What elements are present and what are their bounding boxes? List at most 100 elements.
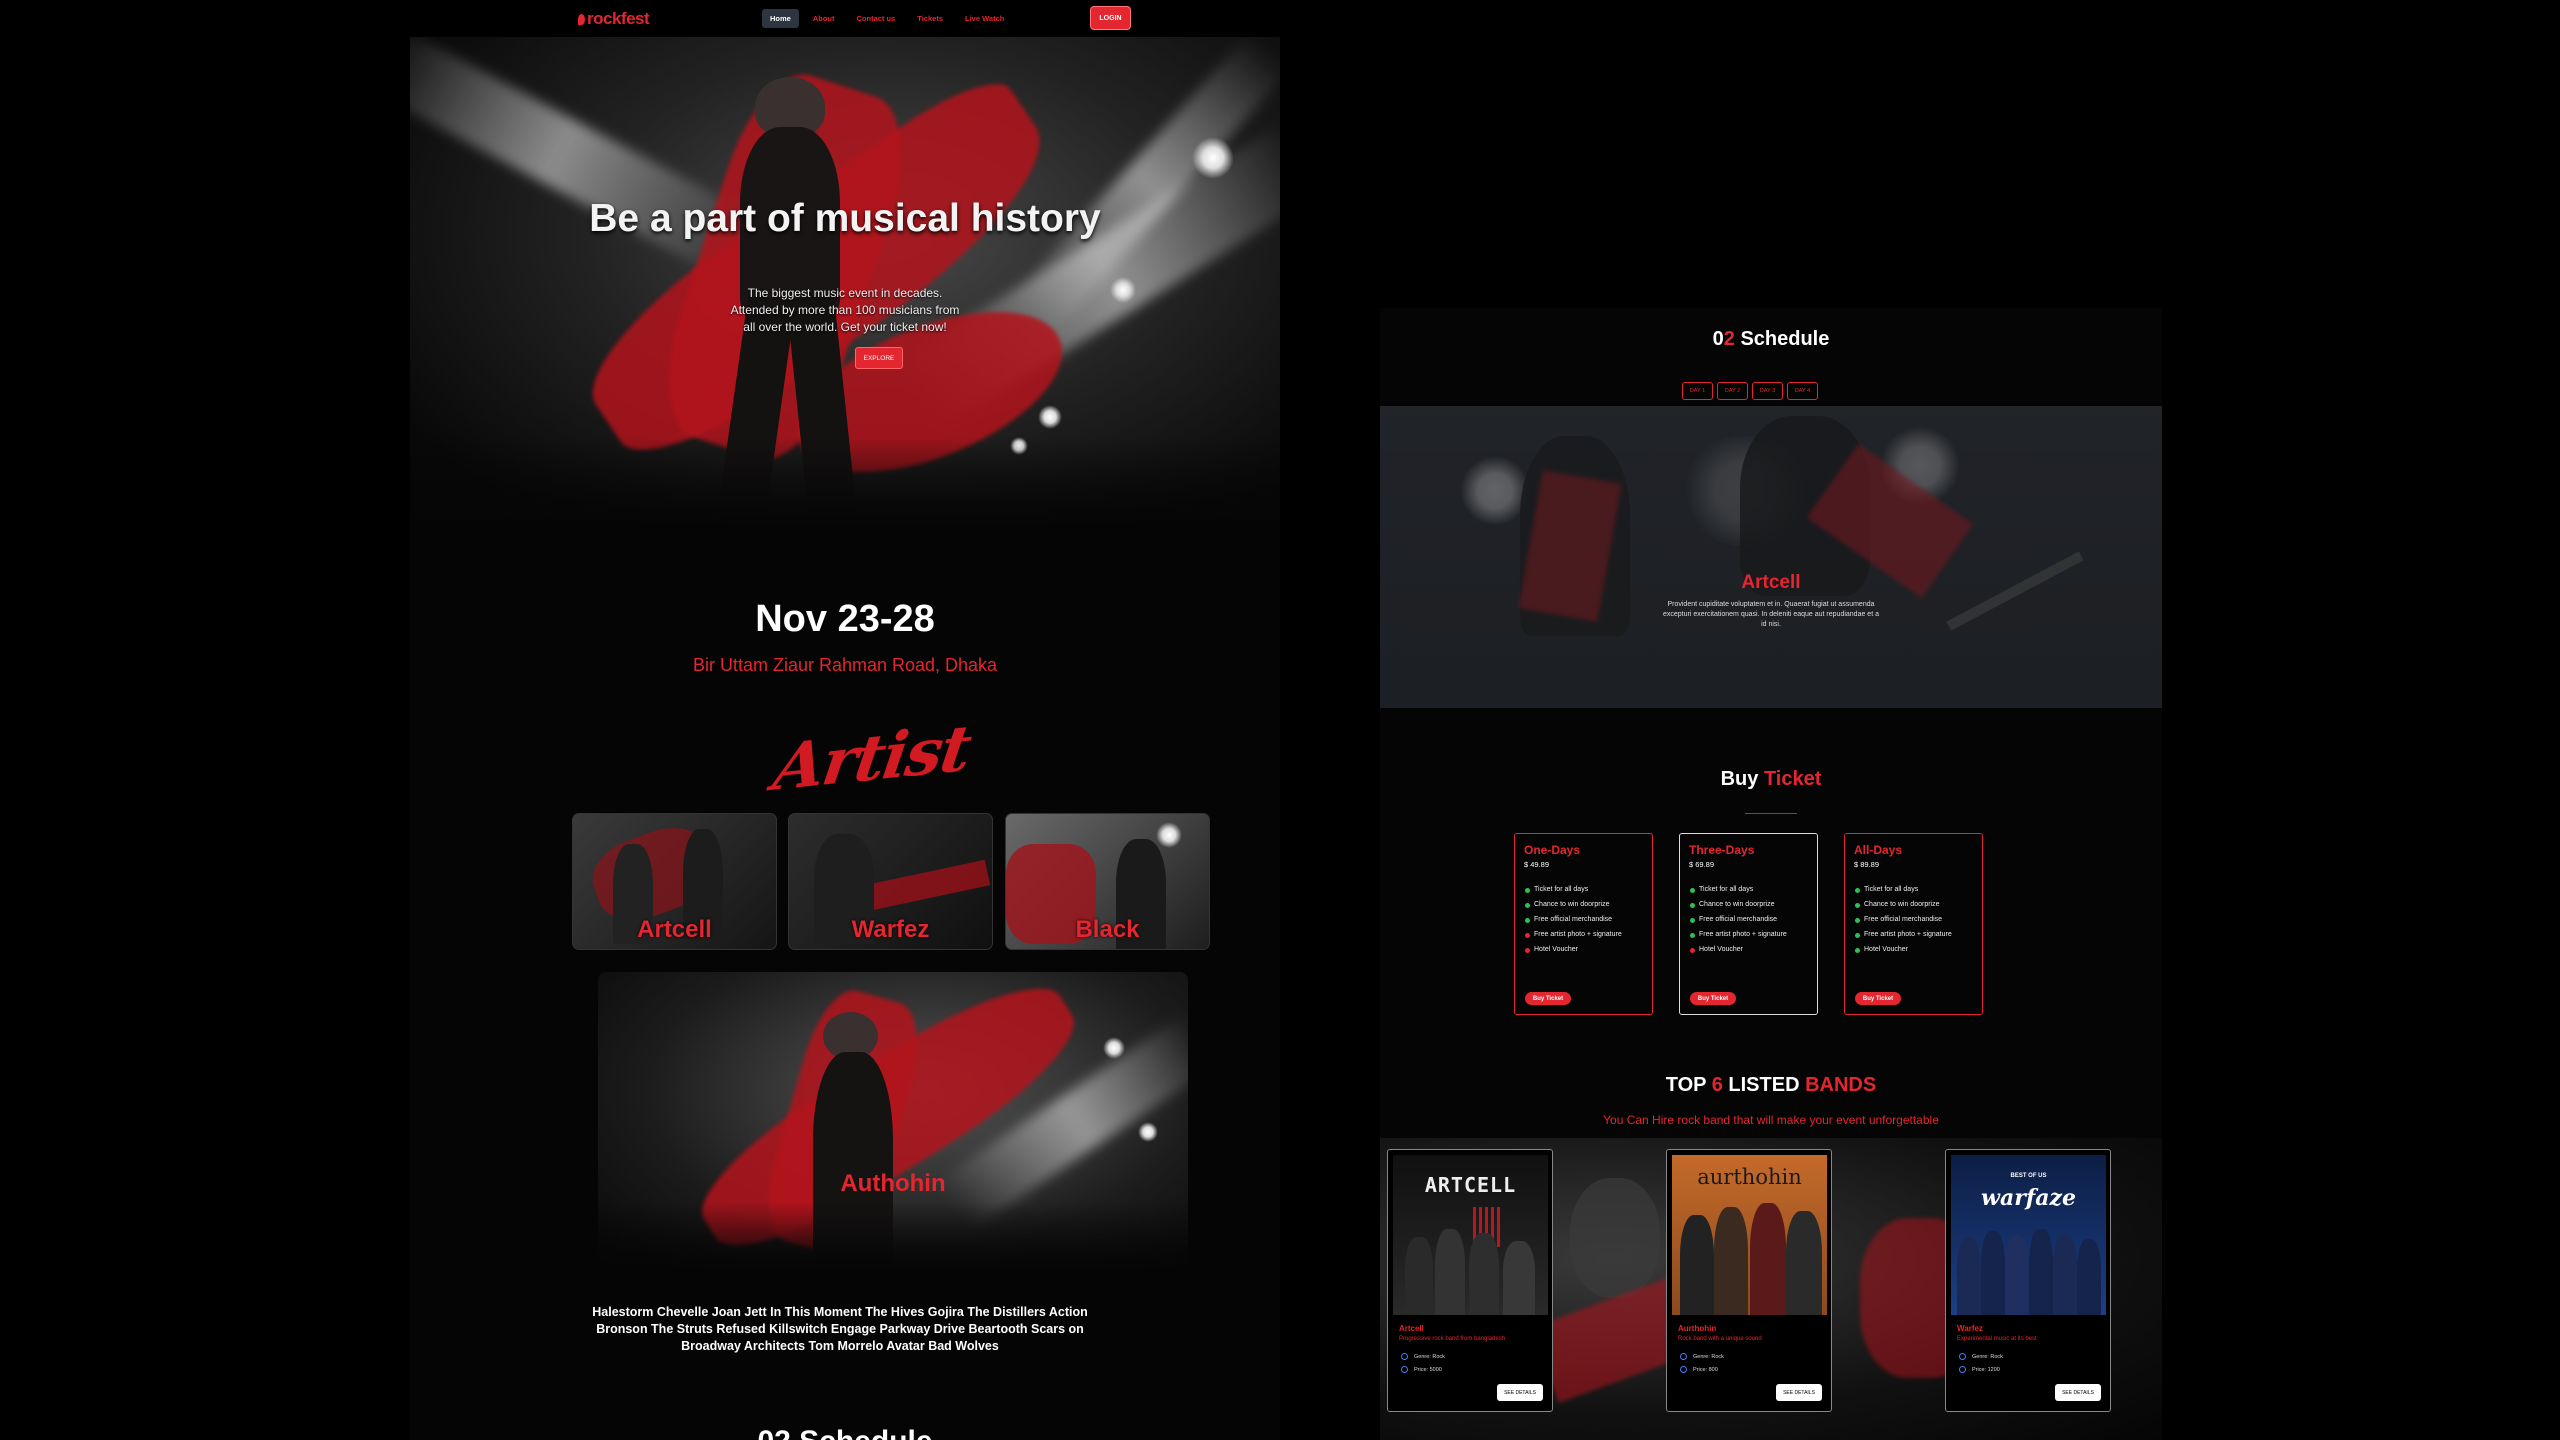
artist-card-label: Black: [1075, 916, 1140, 943]
performer-list: Halestorm Chevelle Joan Jett In This Mom…: [592, 1305, 1088, 1353]
check-circle-icon: [1401, 1366, 1408, 1373]
ticket-name: Three-Days: [1689, 843, 1755, 857]
schedule-heading: 02 Schedule: [1380, 328, 2162, 351]
see-details-button[interactable]: SEE DETAILS: [1497, 1384, 1543, 1401]
landing-page-right: 02 Schedule DAY 1 DAY 2 DAY 3 DAY 4 Artc…: [1380, 308, 2162, 1440]
band-poster: ARTCELL: [1393, 1155, 1548, 1315]
band-name: Artcell: [1399, 1324, 1424, 1333]
top-bands-subtitle: You Can Hire rock band that will make yo…: [1603, 1113, 1939, 1127]
flame-icon: [578, 14, 585, 25]
ticket-card-three-days: Three-Days $ 69.89 Ticket for all days C…: [1679, 833, 1818, 1015]
buy-ticket-button[interactable]: Buy Ticket: [1525, 992, 1571, 1005]
explore-button[interactable]: EXPLORE: [855, 347, 903, 369]
hero-title: Be a part of musical history: [589, 197, 1101, 240]
ticket-card-all-days: All-Days $ 89.89 Ticket for all days Cha…: [1844, 833, 1983, 1015]
ticket-price: $ 89.89: [1854, 860, 1880, 869]
buy-ticket-heading: Buy Ticket: [1380, 768, 2162, 791]
feature-item: Chance to win doorprize: [1854, 900, 1973, 910]
feature-item: Hotel Voucher: [1854, 945, 1973, 955]
tab-day-3[interactable]: DAY 3: [1752, 382, 1783, 400]
schedule-heading-partial: 02 Schedule: [410, 1425, 1280, 1440]
band-genre-text: Genre: Rock: [1972, 1354, 2003, 1360]
check-circle-icon: [1959, 1353, 1966, 1360]
band-genre: Genre: Rock: [1680, 1353, 1724, 1360]
login-button[interactable]: LOGIN: [1090, 6, 1131, 30]
see-details-button[interactable]: SEE DETAILS: [1776, 1384, 1822, 1401]
top-number: 6: [1711, 1074, 1723, 1096]
nav-home[interactable]: Home: [762, 9, 799, 28]
feature-item: Free official merchandise: [1854, 915, 1973, 925]
nav-contact[interactable]: Contact us: [849, 9, 904, 28]
feature-item: Free artist photo + signature: [1689, 930, 1808, 940]
feature-item: Free artist photo + signature: [1524, 930, 1643, 940]
schedule-title: Schedule: [1740, 328, 1830, 350]
feature-item: Chance to win doorprize: [1689, 900, 1808, 910]
band-description: Progressive rock band from bangladesh: [1399, 1336, 1506, 1342]
logo[interactable]: rockfest: [578, 9, 650, 29]
band-genre-text: Genre: Rock: [1414, 1354, 1445, 1360]
band-poster-subtitle: BEST OF US: [2010, 1173, 2047, 1179]
ticket-features: Ticket for all days Chance to win doorpr…: [1854, 885, 1973, 955]
band-card-aurthohin: aurthohin Aurthohin Rock band with a uni…: [1666, 1149, 1832, 1412]
schedule-number: 02: [757, 1425, 790, 1440]
band-price: Price: 800: [1680, 1366, 1718, 1373]
logo-text-fest: fest: [620, 9, 650, 28]
feature-item: Ticket for all days: [1524, 885, 1643, 895]
artist-card-warfez[interactable]: Warfez: [788, 813, 993, 950]
landing-page-left: rockfest Home About Contact us Tickets L…: [410, 0, 1280, 1440]
band-description: Rock band with a unique sound: [1678, 1336, 1762, 1342]
band-poster-title: ARTCELL: [1424, 1173, 1517, 1197]
artist-card-label: Warfez: [851, 916, 930, 943]
artist-card-label: Artcell: [637, 916, 712, 943]
buy-ticket-button[interactable]: Buy Ticket: [1855, 992, 1901, 1005]
see-details-button[interactable]: SEE DETAILS: [2055, 1384, 2101, 1401]
band-genre: Genre: Rock: [1959, 1353, 2003, 1360]
band-name: Aurthohin: [1678, 1324, 1717, 1333]
featured-artist-label: Authohin: [840, 1170, 946, 1197]
tab-day-4[interactable]: DAY 4: [1787, 382, 1818, 400]
buy-heading-word: Buy: [1720, 768, 1759, 790]
band-poster-title: warfaze: [1981, 1185, 2076, 1211]
feature-item: Chance to win doorprize: [1524, 900, 1643, 910]
nav-live-watch[interactable]: Live Watch: [957, 9, 1012, 28]
ticket-features: Ticket for all days Chance to win doorpr…: [1689, 885, 1808, 955]
top-bands-heading: TOP 6 LISTED BANDS: [1380, 1074, 2162, 1097]
feature-item: Hotel Voucher: [1524, 945, 1643, 955]
ticket-name: All-Days: [1854, 843, 1903, 857]
feature-item: Hotel Voucher: [1689, 945, 1808, 955]
check-circle-icon: [1401, 1353, 1408, 1360]
schedule-artist-name: Artcell: [1741, 572, 1801, 593]
feature-item: Ticket for all days: [1854, 885, 1973, 895]
top-word: TOP: [1665, 1074, 1707, 1096]
artist-card-artcell[interactable]: Artcell: [572, 813, 777, 950]
band-price-text: Price: 5000: [1414, 1367, 1442, 1373]
hero-subtitle: The biggest music event in decades. Atte…: [730, 286, 960, 334]
ticket-price: $ 69.89: [1689, 860, 1715, 869]
nav-tickets[interactable]: Tickets: [909, 9, 951, 28]
listed-word: LISTED: [1728, 1074, 1800, 1096]
check-circle-icon: [1959, 1366, 1966, 1373]
check-circle-icon: [1680, 1353, 1687, 1360]
heading-underline: [1745, 813, 1797, 814]
featured-artist-card[interactable]: Authohin: [598, 972, 1188, 1270]
schedule-number-two: 2: [1723, 328, 1735, 350]
tab-day-1[interactable]: DAY 1: [1682, 382, 1713, 400]
tab-day-2[interactable]: DAY 2: [1717, 382, 1748, 400]
schedule-number-zero: 0: [1712, 328, 1724, 350]
band-price-text: Price: 800: [1693, 1367, 1718, 1373]
band-poster: BEST OF US warfaze: [1951, 1155, 2106, 1315]
buy-ticket-button[interactable]: Buy Ticket: [1690, 992, 1736, 1005]
band-poster: aurthohin: [1672, 1155, 1827, 1315]
band-price: Price: 1200: [1959, 1366, 2000, 1373]
band-poster-title: aurthohin: [1697, 1165, 1802, 1189]
band-price: Price: 5000: [1401, 1366, 1442, 1373]
band-description: Experimental music at its best: [1957, 1336, 2037, 1342]
band-price-text: Price: 1200: [1972, 1367, 2000, 1373]
check-circle-icon: [1680, 1366, 1687, 1373]
feature-item: Free official merchandise: [1689, 915, 1808, 925]
artist-card-black[interactable]: Black: [1005, 813, 1210, 950]
feature-item: Ticket for all days: [1689, 885, 1808, 895]
day-tabs: DAY 1 DAY 2 DAY 3 DAY 4: [1682, 382, 1818, 400]
artist-heading: Artist: [768, 711, 975, 806]
nav-about[interactable]: About: [805, 9, 843, 28]
